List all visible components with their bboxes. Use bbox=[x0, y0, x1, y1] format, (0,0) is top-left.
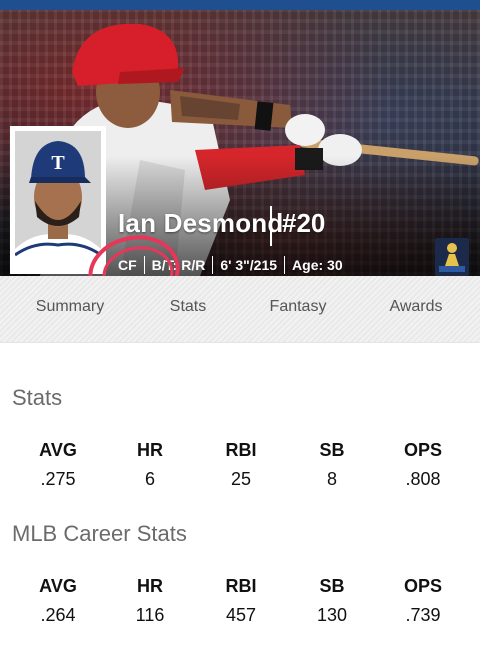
player-hero-banner: T Ian Desmond #20 CF B/T: R/R 6' 3"/215 … bbox=[0, 10, 480, 276]
player-headshot[interactable]: T bbox=[10, 126, 106, 274]
player-number: #20 bbox=[282, 208, 326, 238]
players-association-logo-icon bbox=[435, 238, 469, 276]
player-bats-throws: B/T: R/R bbox=[151, 257, 206, 273]
player-age: Age: 30 bbox=[292, 257, 343, 273]
stat-label: HR bbox=[137, 440, 163, 460]
tab-stats[interactable]: Stats bbox=[170, 298, 206, 316]
career-stat-avg: AVG .264 bbox=[13, 576, 103, 626]
stat-sb: SB 8 bbox=[287, 440, 377, 490]
stat-label: AVG bbox=[39, 440, 77, 460]
stat-label: HR bbox=[137, 576, 163, 596]
career-stats-section-title: MLB Career Stats bbox=[12, 521, 187, 546]
player-info-row: CF B/T: R/R 6' 3"/215 Age: 30 bbox=[118, 254, 343, 276]
stat-label: OPS bbox=[403, 576, 442, 596]
svg-text:T: T bbox=[51, 152, 65, 174]
career-stat-rbi: RBI 457 bbox=[196, 576, 286, 626]
stat-hr: HR 6 bbox=[105, 440, 195, 490]
career-stat-sb: SB 130 bbox=[287, 576, 377, 626]
tab-awards[interactable]: Awards bbox=[389, 298, 442, 316]
stat-value: 8 bbox=[326, 469, 337, 489]
stat-value: 457 bbox=[225, 605, 257, 625]
stat-label: OPS bbox=[403, 440, 442, 460]
stat-label: SB bbox=[319, 440, 345, 460]
info-divider bbox=[212, 256, 214, 274]
player-name: Ian Desmond bbox=[118, 208, 284, 238]
name-divider bbox=[270, 206, 272, 246]
stat-value: 25 bbox=[230, 469, 252, 489]
stat-label: RBI bbox=[225, 576, 257, 596]
stat-label: RBI bbox=[225, 440, 257, 460]
tab-summary[interactable]: Summary bbox=[36, 298, 104, 316]
career-stat-ops: OPS .739 bbox=[378, 576, 468, 626]
career-stat-hr: HR 116 bbox=[105, 576, 195, 626]
info-divider bbox=[284, 256, 286, 274]
stat-value: 6 bbox=[144, 469, 155, 489]
stat-value: 116 bbox=[135, 605, 165, 625]
player-position: CF bbox=[118, 257, 137, 273]
stat-ops: OPS .808 bbox=[378, 440, 468, 490]
stat-avg: AVG .275 bbox=[13, 440, 103, 490]
headshot-photo: T bbox=[15, 131, 101, 269]
stat-value: .739 bbox=[405, 605, 441, 625]
stat-label: SB bbox=[319, 576, 345, 596]
status-bar-strip bbox=[0, 0, 480, 10]
stat-value: .264 bbox=[40, 605, 76, 625]
stat-value: 130 bbox=[316, 605, 348, 625]
player-height-weight: 6' 3"/215 bbox=[220, 257, 278, 273]
stat-label: AVG bbox=[39, 576, 77, 596]
info-divider bbox=[143, 256, 145, 274]
stats-section-title: Stats bbox=[12, 385, 63, 410]
tab-fantasy[interactable]: Fantasy bbox=[270, 298, 327, 316]
player-tabs: Summary Stats Fantasy Awards bbox=[0, 276, 480, 343]
stat-value: .275 bbox=[40, 469, 76, 489]
stat-rbi: RBI 25 bbox=[196, 440, 286, 490]
player-portrait: T bbox=[15, 131, 101, 269]
stat-value: .808 bbox=[405, 469, 441, 489]
